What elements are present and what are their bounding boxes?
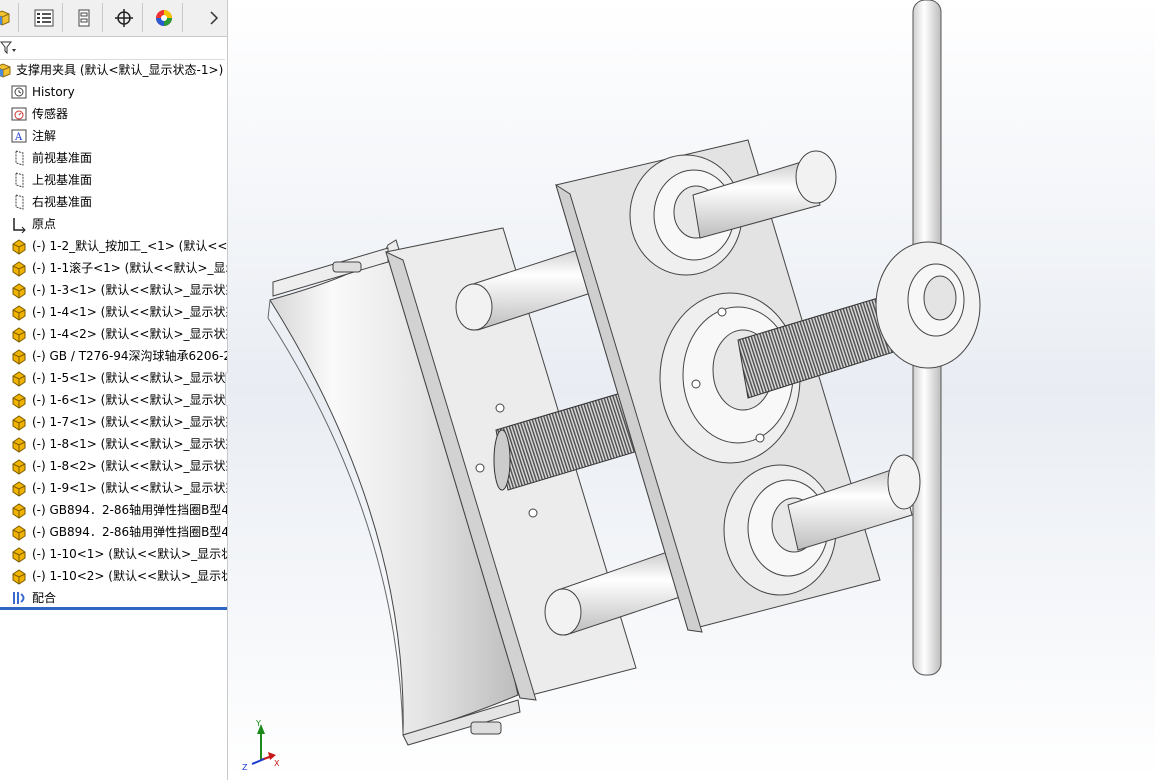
tree-item-component[interactable]: (-) 1-5<1> (默认<<默认>_显示状态 [10,367,228,389]
property-manager-icon [34,9,53,26]
tree-item-label: 配合 [32,591,57,605]
tree-item-label: 前视基准面 [32,151,93,165]
tree-item-component[interactable]: (-) 1-6<1> (默认<<默认>_显示状态 [10,389,228,411]
tree-item-label: (-) 1-2_默认_按加工_<1> (默认<<默认 [32,239,228,253]
part-icon [12,547,26,563]
tree-item-label: (-) 1-10<1> (默认<<默认>_显示状 [32,547,228,561]
display-manager-icon [155,9,172,26]
tree-item-top-plane[interactable]: 上视基准面 [10,169,227,191]
tree-item-label: (-) 1-5<1> (默认<<默认>_显示状态 [32,371,228,385]
tree-item-label: 传感器 [32,107,69,121]
tabs-scroll-right[interactable] [200,3,227,32]
history-icon [11,85,27,99]
plane-icon [15,172,24,188]
tree-item-label: (-) 1-8<1> (默认<<默认>_显示状态 [32,437,228,451]
part-icon [12,239,26,255]
part-icon [12,283,26,299]
tree-item-label: History [32,85,75,99]
tree-item-component[interactable]: (-) GB / T276-94深沟球轴承6206-2 [10,345,228,367]
tree-item-right-plane[interactable]: 右视基准面 [10,191,227,213]
part-icon [12,481,26,497]
origin-icon [13,218,26,233]
assembly-icon [0,63,11,78]
part-icon [12,503,26,519]
tree-item-component[interactable]: (-) 1-3<1> (默认<<默认>_显示状态 [10,279,228,301]
sensor-icon [11,107,27,121]
tree-item-label: (-) 1-8<2> (默认<<默认>_显示状态 [32,459,228,473]
tree-item-label: 注解 [32,129,57,143]
tree-item-history[interactable]: History [10,81,227,103]
tab-dimxpert-manager[interactable] [105,3,143,32]
tree-item-component[interactable]: (-) 1-4<1> (默认<<默认>_显示状态 [10,301,228,323]
tree-item-sensors[interactable]: 传感器 [10,103,227,125]
part-icon [12,437,26,453]
tree-item-label: (-) GB / T276-94深沟球轴承6206-2 [32,349,228,363]
tab-display-manager[interactable] [145,3,183,32]
part-icon [12,393,26,409]
tree-item-label: (-) GB894．2-86轴用弹性挡圈B型4 [32,503,228,517]
feature-manager-panel: 支撑用夹具 (默认<默认_显示状态-1>) History 传感器 A 注解前视基准面… [0,0,228,780]
tree-item-label: (-) 1-10<2> (默认<<默认>_显示状 [32,569,228,583]
tree-item-label: (-) 1-4<1> (默认<<默认>_显示状态 [32,305,228,319]
tree-item-label: (-) 1-1滚子<1> (默认<<默认>_显示 [32,261,228,275]
plane-icon [15,194,24,210]
part-icon [12,327,26,343]
chevron-right-icon [209,10,218,25]
svg-text:A: A [14,132,23,143]
part-icon [12,349,26,365]
tree-root-assembly[interactable]: 支撑用夹具 (默认<默认_显示状态-1>) [0,59,227,81]
tree-item-component[interactable]: (-) 1-1滚子<1> (默认<<默认>_显示 [10,257,228,279]
triad-y-label: Y [255,719,261,728]
tree-item-component[interactable]: (-) GB894．2-86轴用弹性挡圈B型4 [10,521,228,543]
triad-x-label: X [274,759,280,768]
tree-item-label: (-) 1-3<1> (默认<<默认>_显示状态 [32,283,228,297]
tab-configuration-manager[interactable] [65,3,103,32]
part-icon [12,371,26,387]
tree-item-label: (-) 1-4<2> (默认<<默认>_显示状态 [32,327,228,341]
configuration-manager-icon [78,9,89,26]
plane-icon [15,150,24,166]
tab-property-manager[interactable] [25,3,63,32]
tree-item-origin[interactable]: 原点 [10,213,227,235]
handwheel-hub[interactable] [875,241,981,369]
tree-item-annotations[interactable]: A 注解 [10,125,227,147]
annotation-icon: A [11,129,27,143]
tree-item-label: (-) 1-7<1> (默认<<默认>_显示状态 [32,415,228,429]
tree-item-label: (-) 1-6<1> (默认<<默认>_显示状态 [32,393,228,407]
tree-item-component[interactable]: (-) 1-10<2> (默认<<默认>_显示状 [10,565,228,587]
part-icon [12,415,26,431]
tree-splitter[interactable] [0,607,227,610]
tree-item-label: (-) 1-9<1> (默认<<默认>_显示状态 [32,481,228,495]
triad-z-label: Z [242,763,248,772]
tree-item-component[interactable]: (-) 1-2_默认_按加工_<1> (默认<<默认 [10,235,228,257]
part-icon [12,459,26,475]
tree-filter[interactable] [0,37,225,60]
filter-icon[interactable] [0,39,18,57]
graphics-viewport[interactable]: Y X Z [228,0,1155,780]
tree-item-component[interactable]: (-) 1-10<1> (默认<<默认>_显示状 [10,543,228,565]
crosshair-icon [114,8,133,27]
tree-item-label: (-) GB894．2-86轴用弹性挡圈B型4 [32,525,228,539]
tab-feature-manager[interactable] [0,3,19,32]
tree-item-component[interactable]: (-) GB894．2-86轴用弹性挡圈B型4 [10,499,228,521]
tree-item-component[interactable]: (-) 1-9<1> (默认<<默认>_显示状态 [10,477,228,499]
tree-item-front-plane[interactable]: 前视基准面 [10,147,227,169]
part-icon [12,261,26,277]
tree-item-component[interactable]: (-) 1-7<1> (默认<<默认>_显示状态 [10,411,228,433]
part-icon [12,305,26,321]
tree-item-label: 上视基准面 [32,173,93,187]
part-icon [12,569,26,585]
tree-item-component[interactable]: (-) 1-8<1> (默认<<默认>_显示状态 [10,433,228,455]
tree-item-label: 原点 [32,217,57,231]
panel-tabs [0,0,227,37]
tree-item-component[interactable]: (-) 1-4<2> (默认<<默认>_显示状态 [10,323,228,345]
tree-root-label: 支撑用夹具 (默认<默认_显示状态-1>) [16,63,224,77]
tree-item-label: 右视基准面 [32,195,93,209]
tree-item-mates[interactable]: 配合 [10,587,227,609]
feature-manager-icon [0,9,10,26]
part-icon [12,525,26,541]
mates-icon [13,592,25,604]
tree-item-component[interactable]: (-) 1-8<2> (默认<<默认>_显示状态 [10,455,228,477]
